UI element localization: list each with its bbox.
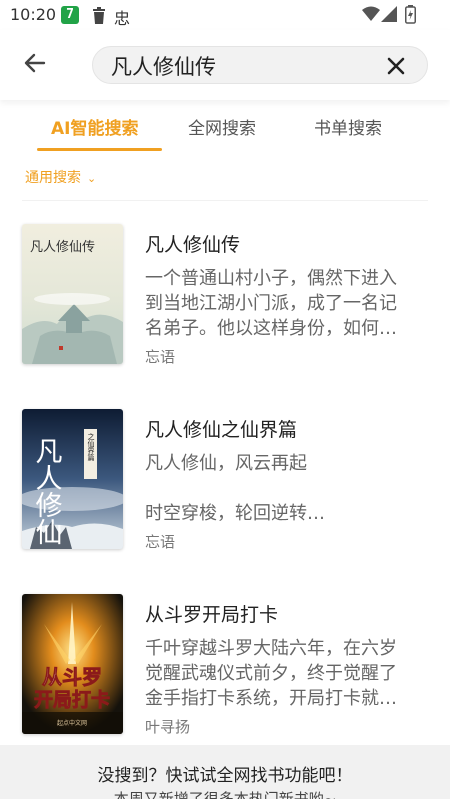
promo-subtext: 本周又新增了很多本热门新书哟~ — [113, 790, 337, 799]
signal-icon — [381, 6, 397, 22]
filter-label: 通用搜索 — [25, 170, 81, 186]
book-title: 凡人修仙之仙界篇 — [145, 419, 298, 441]
search-tabs: AI智能搜索 全网搜索 书单搜索 — [0, 108, 450, 152]
book-title: 从斗罗开局打卡 — [145, 604, 279, 626]
book-cover: 之仙界篇 凡人修仙 — [22, 409, 123, 549]
back-arrow-icon[interactable] — [22, 50, 48, 76]
sim-icon: 忠 — [114, 9, 131, 28]
search-input[interactable] — [111, 53, 371, 79]
divider — [22, 200, 428, 201]
chevron-down-icon: ⌄ — [87, 172, 97, 185]
search-type-filter[interactable]: 通用搜索 ⌄ — [25, 167, 96, 187]
book-result-item[interactable]: 之仙界篇 凡人修仙 凡人修仙之仙界篇 凡人修仙，风云再起 时空穿梭，轮回逆转… … — [0, 409, 450, 559]
trash-icon — [93, 7, 105, 24]
book-cover-title: 从斗罗 — [42, 665, 102, 689]
book-cover-publisher: 起点中文网 — [57, 719, 87, 727]
book-description: 一个普通山村小子，偶然下进入 到当地江湖小门派，成了一名记 名弟子。他以这样身份… — [145, 268, 397, 339]
book-author: 忘语 — [145, 348, 176, 366]
battery-icon — [405, 5, 416, 24]
tab-booklist-search[interactable]: 书单搜索 — [314, 114, 382, 139]
book-cover-title: 凡人修仙 — [31, 437, 63, 545]
book-result-item[interactable]: 凡人修仙传 凡人修仙传 一个普通山村小子，偶然下进入 到当地江湖小门派，成了一名… — [0, 224, 450, 374]
book-result-item[interactable]: 从斗罗 开局打卡 起点中文网 从斗罗开局打卡 千叶穿越斗罗大陆六年，在六岁 觉醒… — [0, 594, 450, 744]
tab-ai-search[interactable]: AI智能搜索 — [51, 114, 138, 139]
wifi-icon — [362, 6, 380, 21]
clear-icon[interactable] — [385, 55, 407, 77]
book-description: 凡人修仙，风云再起 时空穿梭，轮回逆转… — [145, 453, 325, 524]
book-cover-subtitle: 之仙界篇 — [87, 432, 95, 462]
book-author: 叶寻扬 — [145, 718, 191, 736]
tab-web-search[interactable]: 全网搜索 — [188, 114, 256, 139]
book-author: 忘语 — [145, 533, 176, 551]
book-cover-title: 凡人修仙传 — [30, 240, 95, 255]
promo-headline: 没搜到？快试试全网找书功能吧！ — [97, 766, 353, 786]
search-header — [0, 30, 450, 100]
book-cover-title-line2: 开局打卡 — [34, 688, 110, 711]
status-time: 10:20 — [10, 5, 57, 24]
active-tab-indicator — [37, 148, 162, 151]
book-cover: 凡人修仙传 — [22, 224, 123, 364]
app-notification-icon: 7 — [61, 6, 79, 24]
status-bar: 10:20 7 忠 — [0, 0, 450, 30]
book-title: 凡人修仙传 — [145, 234, 241, 256]
book-description: 千叶穿越斗罗大陆六年，在六岁 觉醒武魂仪式前夕，终于觉醒了 金手指打卡系统，开局… — [145, 638, 397, 709]
web-search-promo-banner[interactable]: 没搜到？快试试全网找书功能吧！ 本周又新增了很多本热门新书哟~ — [0, 745, 450, 799]
search-box[interactable] — [92, 46, 428, 84]
book-cover: 从斗罗 开局打卡 起点中文网 — [22, 594, 123, 734]
